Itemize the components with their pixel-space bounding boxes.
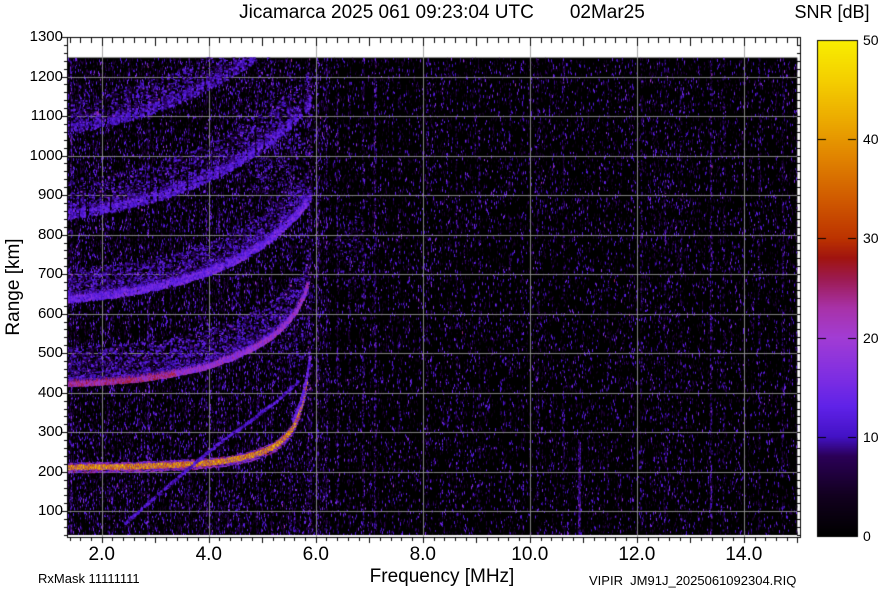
x-tick-label: 14.0: [725, 544, 763, 565]
x-tick-label: 12.0: [618, 544, 656, 565]
page-root: { "title": { "left": "Jicamarca 2025 061…: [0, 0, 884, 595]
x-tick-label: 10.0: [511, 544, 549, 565]
ionogram-canvas: [0, 0, 884, 595]
title-datetime: Jicamarca 2025 061 09:23:04 UTC: [239, 2, 534, 23]
y-tick-label: 1000: [29, 146, 63, 164]
y-tick-label: 600: [37, 304, 63, 322]
x-axis-label: Frequency [MHz]: [369, 566, 515, 587]
colorbar-title: SNR [dB]: [794, 2, 870, 22]
colorbar-tick-label: 10: [863, 428, 879, 445]
rx-mask-label: RxMask 11111111: [38, 571, 140, 586]
y-tick-label: 300: [37, 423, 63, 441]
title-date: 02Mar25: [569, 2, 645, 23]
page-title: Jicamarca 2025 061 09:23:04 UTC 02Mar25: [0, 2, 884, 24]
colorbar-tick-label: 40: [863, 131, 879, 148]
x-tick-label: 8.0: [409, 544, 436, 565]
colorbar-tick-label: 50: [863, 32, 879, 48]
colorbar-tick-label: 0: [863, 528, 871, 544]
y-tick-label: 100: [37, 502, 63, 520]
y-tick-label: 200: [37, 462, 63, 480]
y-tick-label: 900: [37, 186, 63, 204]
y-tick-label: 1200: [29, 67, 63, 85]
y-tick-label: 400: [37, 383, 63, 401]
y-tick-label: 800: [37, 225, 63, 243]
colorbar-tick-label: 30: [863, 230, 879, 247]
colorbar-tick-label: 20: [863, 329, 879, 346]
x-tick-label: 4.0: [195, 544, 222, 565]
file-name-label: VIPIR JM91J_2025061092304.RIQ: [589, 573, 797, 588]
x-tick-label: 6.0: [302, 544, 329, 565]
y-tick-label: 1100: [30, 107, 63, 125]
x-tick-label: 2.0: [88, 544, 115, 565]
y-tick-label: 700: [37, 265, 63, 283]
y-tick-label: 1300: [29, 28, 63, 45]
y-tick-label: 500: [37, 344, 63, 362]
